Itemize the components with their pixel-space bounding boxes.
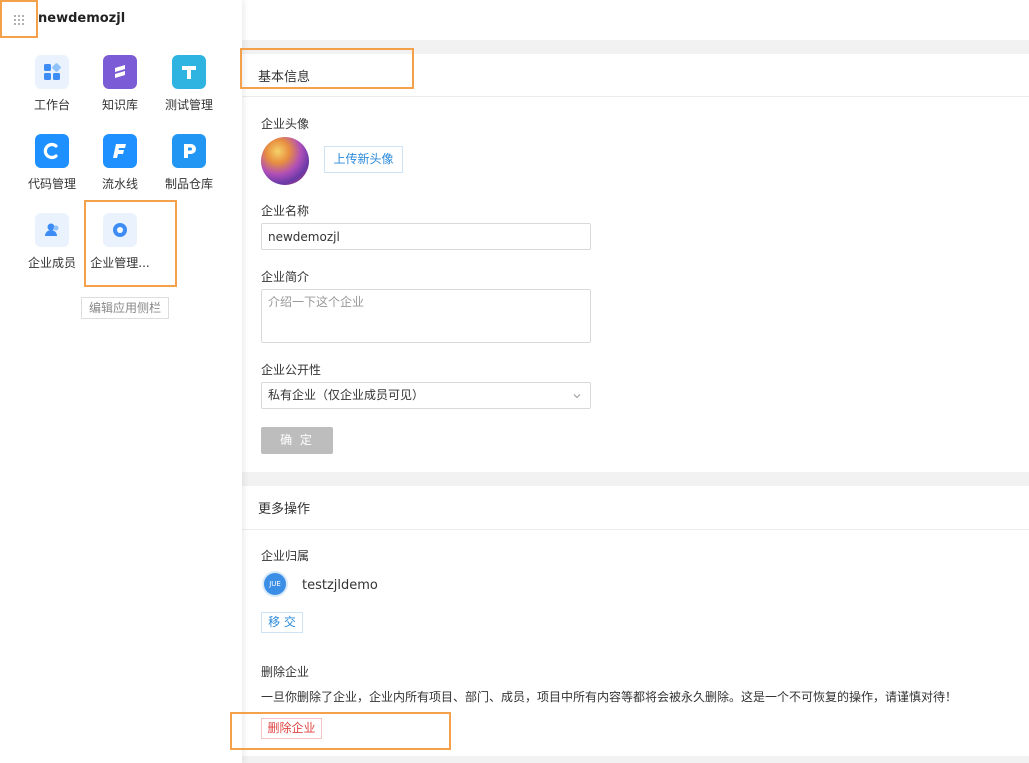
chevron-down-icon [573,394,581,399]
visibility-select[interactable]: 私有企业（仅企业成员可见） [261,382,591,409]
upload-avatar-button[interactable]: 上传新头像 [324,146,403,173]
delete-enterprise-button[interactable]: 删除企业 [261,718,322,739]
visibility-value: 私有企业（仅企业成员可见） [268,388,425,402]
sidebar-header: newdemozjl [0,0,242,40]
app-label: 知识库 [101,98,138,112]
code-icon [35,134,69,168]
member-icon [35,213,69,247]
divider [242,529,1029,530]
app-package[interactable]: 制品仓库 [156,134,222,204]
edit-sidebar-button[interactable]: 编辑应用侧栏 [81,297,169,319]
app-members[interactable]: 企业成员 [19,213,85,283]
app-label: 流水线 [101,177,138,191]
owner-label: 企业归属 [261,549,310,563]
more-actions-title: 更多操作 [258,502,311,517]
testhub-icon [172,55,206,89]
top-bar [242,0,1029,40]
confirm-button[interactable]: 确 定 [261,427,333,454]
app-flow[interactable]: 流水线 [87,134,153,204]
app-sidebar: newdemozjl 工作台 知识库 测试管理 代码管理 流水线 制品仓库 企业… [0,0,242,763]
basic-info-title: 基本信息 [258,70,311,85]
app-workbench[interactable]: 工作台 [19,55,85,125]
public-label: 企业公开性 [261,363,322,377]
package-icon [172,134,206,168]
app-enterprise-admin[interactable]: 企业管理... [87,213,153,283]
app-label: 企业管理... [90,256,150,270]
more-actions-card: 更多操作 企业归属 JUE testzjldemo 移 交 删除企业 一旦你删除… [242,486,1029,756]
name-label: 企业名称 [261,204,310,218]
dashboard-icon [35,55,69,89]
transfer-button[interactable]: 移 交 [261,612,303,633]
app-label: 测试管理 [164,98,213,112]
enterprise-avatar [261,137,309,185]
flow-icon [103,134,137,168]
enterprise-name-input[interactable] [261,223,591,250]
avatar-label: 企业头像 [261,117,310,131]
owner-avatar: JUE [264,573,286,595]
app-code[interactable]: 代码管理 [19,134,85,204]
delete-title: 删除企业 [261,665,310,679]
app-wiki[interactable]: 知识库 [87,55,153,125]
divider [242,96,1029,97]
basic-info-card: 基本信息 企业头像 上传新头像 企业名称 企业简介 介绍一下这个企业 企业公开性… [242,54,1029,472]
wiki-icon [103,55,137,89]
app-label: 工作台 [33,98,70,112]
grid-icon [14,15,24,25]
owner-name: testzjldemo [302,578,378,593]
app-label: 代码管理 [27,177,76,191]
enterprise-intro-textarea[interactable]: 介绍一下这个企业 [261,289,591,343]
enterprise-icon [103,213,137,247]
intro-label: 企业简介 [261,270,310,284]
app-label: 企业成员 [27,256,76,270]
app-testhub[interactable]: 测试管理 [156,55,222,125]
app-label: 制品仓库 [164,177,213,191]
org-name: newdemozjl [38,11,126,26]
delete-warning: 一旦你删除了企业，企业内所有项目、部门、成员，项目中所有内容等都将会被永久删除。… [261,690,958,704]
app-grid-button[interactable] [1,3,37,37]
